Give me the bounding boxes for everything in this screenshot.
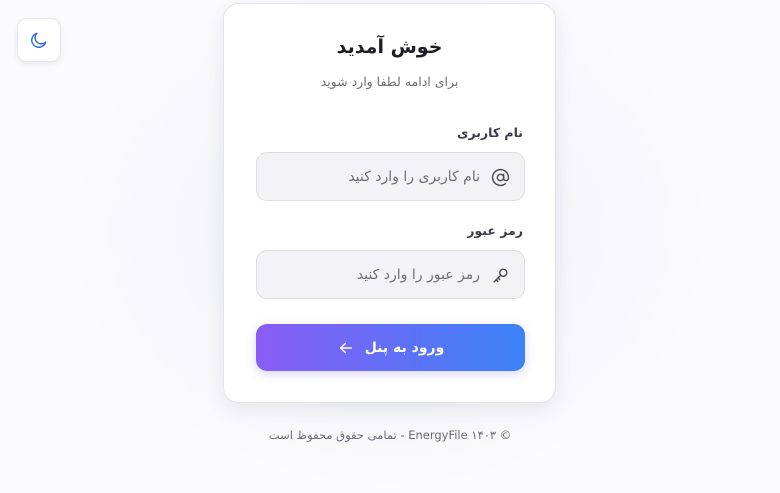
password-label: رمز عبور	[467, 223, 523, 238]
page-title: خوش آمدید	[336, 36, 443, 58]
login-card: خوش آمدید برای ادامه لطفا وارد شوید نام …	[223, 3, 556, 403]
arrow-left-icon	[337, 339, 355, 357]
password-field[interactable]	[256, 250, 525, 299]
login-submit-button[interactable]: ورود به پنل	[256, 324, 525, 371]
username-label: نام کاربری	[457, 125, 523, 140]
page-subtitle: برای ادامه لطفا وارد شوید	[320, 74, 459, 89]
username-input[interactable]	[269, 153, 480, 200]
theme-toggle-button[interactable]	[17, 18, 61, 62]
submit-button-label: ورود به پنل	[364, 339, 445, 356]
password-input[interactable]	[269, 251, 480, 298]
key-icon	[490, 265, 510, 285]
at-sign-icon	[490, 167, 510, 187]
username-field[interactable]	[256, 152, 525, 201]
footer-copyright: © ۱۴۰۳ EnergyFile - تمامی حقوق محفوظ است	[268, 428, 512, 442]
moon-icon	[29, 30, 49, 50]
